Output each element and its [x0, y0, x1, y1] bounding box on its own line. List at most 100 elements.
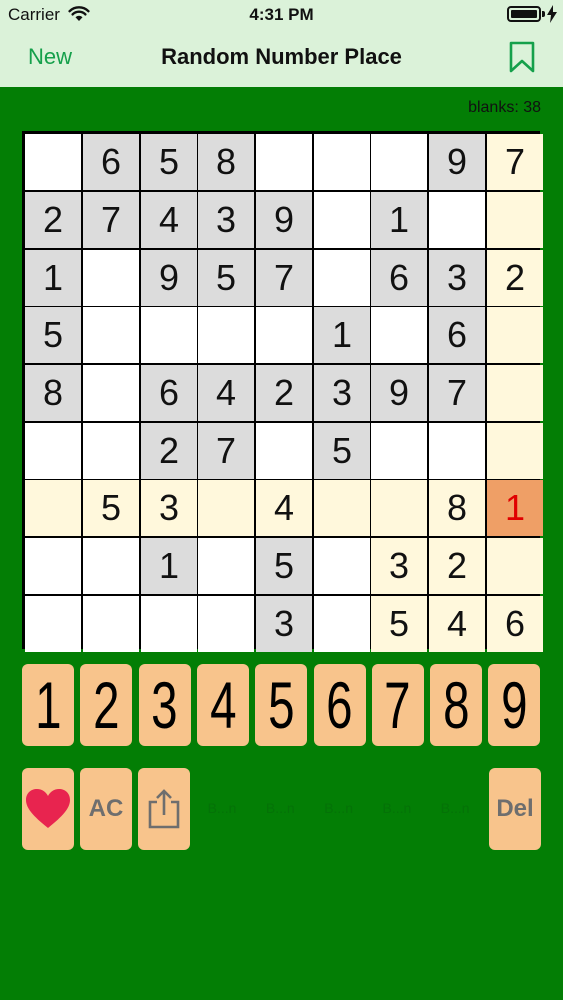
sudoku-cell[interactable]: 4 [198, 365, 254, 421]
sudoku-cell[interactable]: 8 [429, 480, 485, 536]
sudoku-cell[interactable]: 8 [25, 365, 81, 421]
sudoku-cell[interactable] [83, 596, 139, 652]
sudoku-cell[interactable] [25, 596, 81, 652]
sudoku-cell[interactable]: 4 [256, 480, 312, 536]
sudoku-cell[interactable] [371, 480, 427, 536]
sudoku-cell[interactable]: 9 [256, 192, 312, 248]
sudoku-cell[interactable] [314, 134, 370, 190]
keypad-button[interactable]: 6 [313, 664, 366, 746]
sudoku-cell[interactable] [371, 423, 427, 479]
sudoku-cell[interactable]: 5 [314, 423, 370, 479]
slot-button[interactable]: B...n [196, 800, 248, 816]
sudoku-cell[interactable]: 3 [256, 596, 312, 652]
sudoku-cell[interactable]: 9 [429, 134, 485, 190]
sudoku-cell[interactable] [141, 307, 197, 363]
favorite-button[interactable] [22, 768, 74, 850]
slot-button[interactable]: B...n [429, 800, 481, 816]
keypad-button[interactable]: 2 [80, 664, 133, 746]
sudoku-cell[interactable] [256, 307, 312, 363]
keypad-button[interactable]: 5 [255, 664, 308, 746]
sudoku-cell[interactable]: 2 [429, 538, 485, 594]
sudoku-cell[interactable] [429, 423, 485, 479]
sudoku-cell[interactable] [256, 134, 312, 190]
sudoku-cell[interactable] [198, 538, 254, 594]
sudoku-cell[interactable]: 6 [371, 250, 427, 306]
sudoku-cell[interactable]: 9 [141, 250, 197, 306]
sudoku-cell[interactable] [198, 307, 254, 363]
sudoku-cell[interactable]: 6 [83, 134, 139, 190]
sudoku-cell[interactable] [487, 192, 543, 248]
keypad-button[interactable]: 8 [430, 664, 483, 746]
sudoku-cell[interactable]: 6 [429, 307, 485, 363]
sudoku-cell[interactable] [371, 134, 427, 190]
sudoku-cell[interactable]: 5 [371, 596, 427, 652]
sudoku-cell[interactable] [83, 538, 139, 594]
sudoku-cell[interactable]: 6 [487, 596, 543, 652]
sudoku-cell[interactable] [314, 480, 370, 536]
sudoku-cell[interactable]: 5 [198, 250, 254, 306]
sudoku-cell[interactable] [198, 596, 254, 652]
sudoku-cell[interactable] [25, 480, 81, 536]
sudoku-cell[interactable] [25, 538, 81, 594]
keypad-button[interactable]: 3 [138, 664, 191, 746]
sudoku-cell[interactable]: 3 [141, 480, 197, 536]
sudoku-cell[interactable]: 4 [429, 596, 485, 652]
sudoku-cell[interactable]: 5 [25, 307, 81, 363]
sudoku-cell[interactable]: 2 [256, 365, 312, 421]
keypad-button[interactable]: 7 [371, 664, 424, 746]
sudoku-cell[interactable] [83, 250, 139, 306]
sudoku-cell[interactable]: 3 [314, 365, 370, 421]
sudoku-cell[interactable]: 1 [314, 307, 370, 363]
sudoku-cell[interactable]: 1 [371, 192, 427, 248]
keypad-button[interactable]: 1 [22, 664, 74, 746]
sudoku-cell[interactable]: 1 [141, 538, 197, 594]
sudoku-cell[interactable] [25, 134, 81, 190]
sudoku-cell[interactable] [314, 538, 370, 594]
slot-button[interactable]: B...n [371, 800, 423, 816]
sudoku-cell[interactable] [83, 423, 139, 479]
clear-all-button[interactable]: AC [80, 768, 132, 850]
slot-button[interactable]: B...n [254, 800, 306, 816]
sudoku-cell[interactable] [314, 596, 370, 652]
sudoku-cell[interactable] [83, 307, 139, 363]
share-button[interactable] [138, 768, 190, 850]
sudoku-cell[interactable] [429, 192, 485, 248]
sudoku-cell[interactable]: 1 [487, 480, 543, 536]
sudoku-cell[interactable] [371, 307, 427, 363]
sudoku-cell[interactable]: 1 [25, 250, 81, 306]
sudoku-cell[interactable]: 9 [371, 365, 427, 421]
sudoku-cell[interactable]: 7 [198, 423, 254, 479]
sudoku-cell[interactable]: 5 [83, 480, 139, 536]
sudoku-cell[interactable]: 6 [141, 365, 197, 421]
sudoku-cell[interactable]: 8 [198, 134, 254, 190]
sudoku-cell[interactable] [256, 423, 312, 479]
sudoku-cell[interactable]: 7 [256, 250, 312, 306]
sudoku-cell[interactable]: 5 [141, 134, 197, 190]
sudoku-cell[interactable]: 4 [141, 192, 197, 248]
sudoku-cell[interactable]: 2 [487, 250, 543, 306]
sudoku-cell[interactable] [198, 480, 254, 536]
sudoku-cell[interactable]: 3 [429, 250, 485, 306]
sudoku-cell[interactable] [83, 365, 139, 421]
sudoku-cell[interactable]: 5 [256, 538, 312, 594]
sudoku-cell[interactable]: 2 [25, 192, 81, 248]
sudoku-cell[interactable]: 7 [429, 365, 485, 421]
keypad-button[interactable]: 9 [488, 664, 541, 746]
sudoku-cell[interactable] [314, 250, 370, 306]
sudoku-cell[interactable] [487, 365, 543, 421]
keypad-button[interactable]: 4 [196, 664, 249, 746]
sudoku-cell[interactable]: 2 [141, 423, 197, 479]
sudoku-cell[interactable] [314, 192, 370, 248]
sudoku-cell[interactable]: 3 [371, 538, 427, 594]
bookmark-icon[interactable] [509, 41, 535, 73]
sudoku-cell[interactable] [141, 596, 197, 652]
sudoku-cell[interactable] [25, 423, 81, 479]
sudoku-cell[interactable]: 3 [198, 192, 254, 248]
slot-button[interactable]: B...n [313, 800, 365, 816]
sudoku-cell[interactable]: 7 [487, 134, 543, 190]
sudoku-cell[interactable]: 7 [83, 192, 139, 248]
sudoku-cell[interactable] [487, 307, 543, 363]
sudoku-cell[interactable] [487, 423, 543, 479]
sudoku-cell[interactable] [487, 538, 543, 594]
delete-button[interactable]: Del [489, 768, 541, 850]
